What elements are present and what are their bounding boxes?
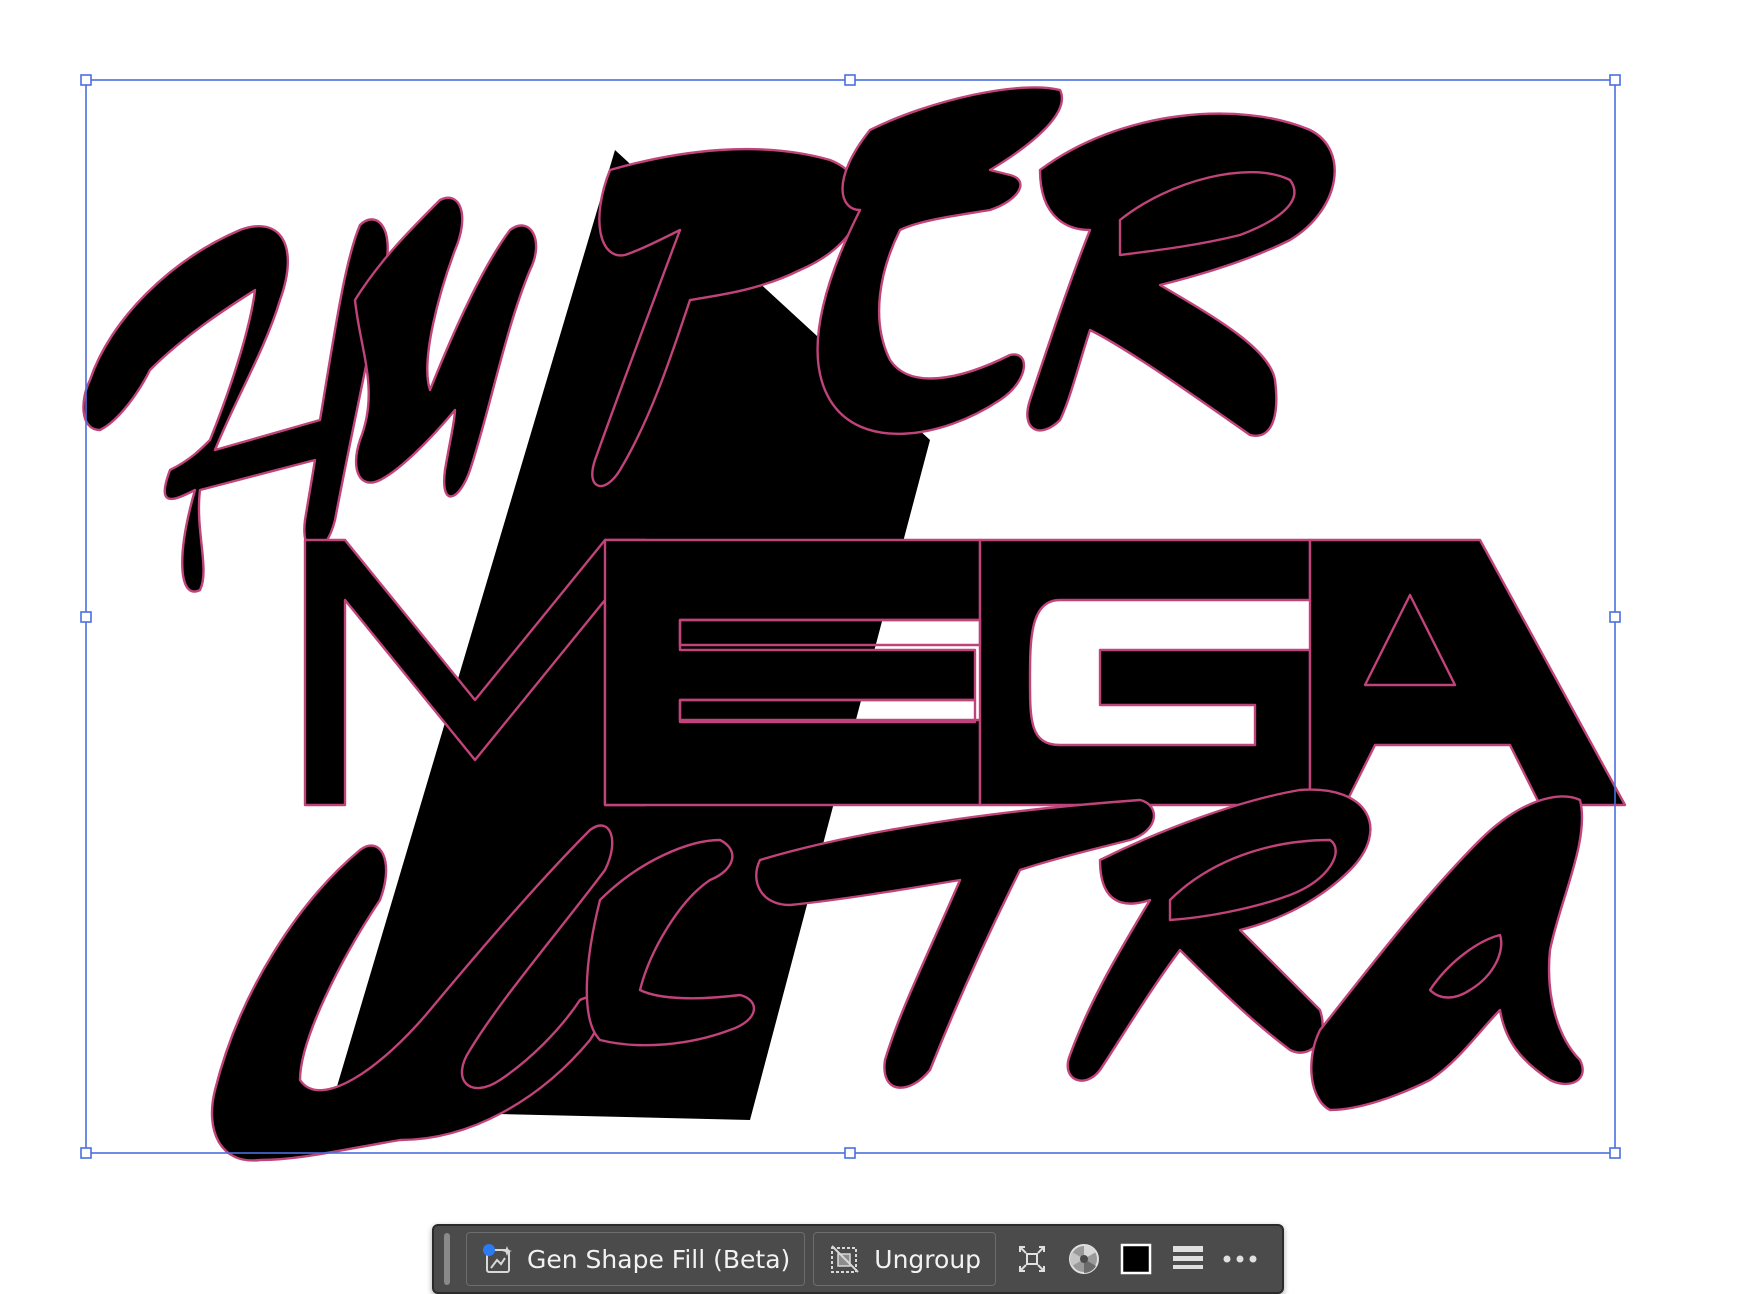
lettering-group[interactable] bbox=[82, 86, 1627, 1162]
stroke-weight-icon bbox=[1173, 1246, 1204, 1269]
isolate-button[interactable] bbox=[1008, 1232, 1056, 1286]
ungroup-label: Ungroup bbox=[874, 1244, 982, 1274]
handle-bottom-right[interactable] bbox=[1609, 1147, 1621, 1159]
letter-a bbox=[1310, 540, 1625, 805]
fill-swatch-icon bbox=[1120, 1243, 1152, 1275]
handle-top-center[interactable] bbox=[844, 74, 856, 86]
artboard[interactable] bbox=[0, 0, 1752, 1286]
contextual-taskbar: Gen Shape Fill (Beta) Ungroup bbox=[432, 1224, 1284, 1294]
handle-top-left[interactable] bbox=[80, 74, 92, 86]
isolate-icon bbox=[1019, 1246, 1046, 1272]
recolor-button[interactable] bbox=[1060, 1232, 1108, 1286]
ungroup-button[interactable]: Ungroup bbox=[813, 1232, 997, 1286]
gen-shape-fill-label: Gen Shape Fill (Beta) bbox=[527, 1244, 791, 1274]
handle-middle-right[interactable] bbox=[1609, 611, 1621, 623]
gen-shape-fill-icon bbox=[483, 1244, 512, 1273]
letter-e bbox=[817, 87, 1062, 434]
fill-swatch-button[interactable] bbox=[1112, 1232, 1160, 1286]
handle-bottom-center[interactable] bbox=[844, 1147, 856, 1159]
handle-bottom-left[interactable] bbox=[80, 1147, 92, 1159]
taskbar-drag-handle[interactable] bbox=[444, 1233, 450, 1285]
ungroup-icon bbox=[831, 1245, 859, 1273]
recolor-icon bbox=[1069, 1244, 1100, 1274]
letter-e2 bbox=[605, 540, 980, 805]
stroke-weight-button[interactable] bbox=[1164, 1232, 1212, 1286]
handle-top-right[interactable] bbox=[1609, 74, 1621, 86]
gen-shape-fill-button[interactable]: Gen Shape Fill (Beta) bbox=[466, 1232, 806, 1286]
handle-middle-left[interactable] bbox=[80, 611, 92, 623]
more-options-icon bbox=[1223, 1255, 1257, 1263]
more-options-button[interactable] bbox=[1216, 1232, 1264, 1286]
